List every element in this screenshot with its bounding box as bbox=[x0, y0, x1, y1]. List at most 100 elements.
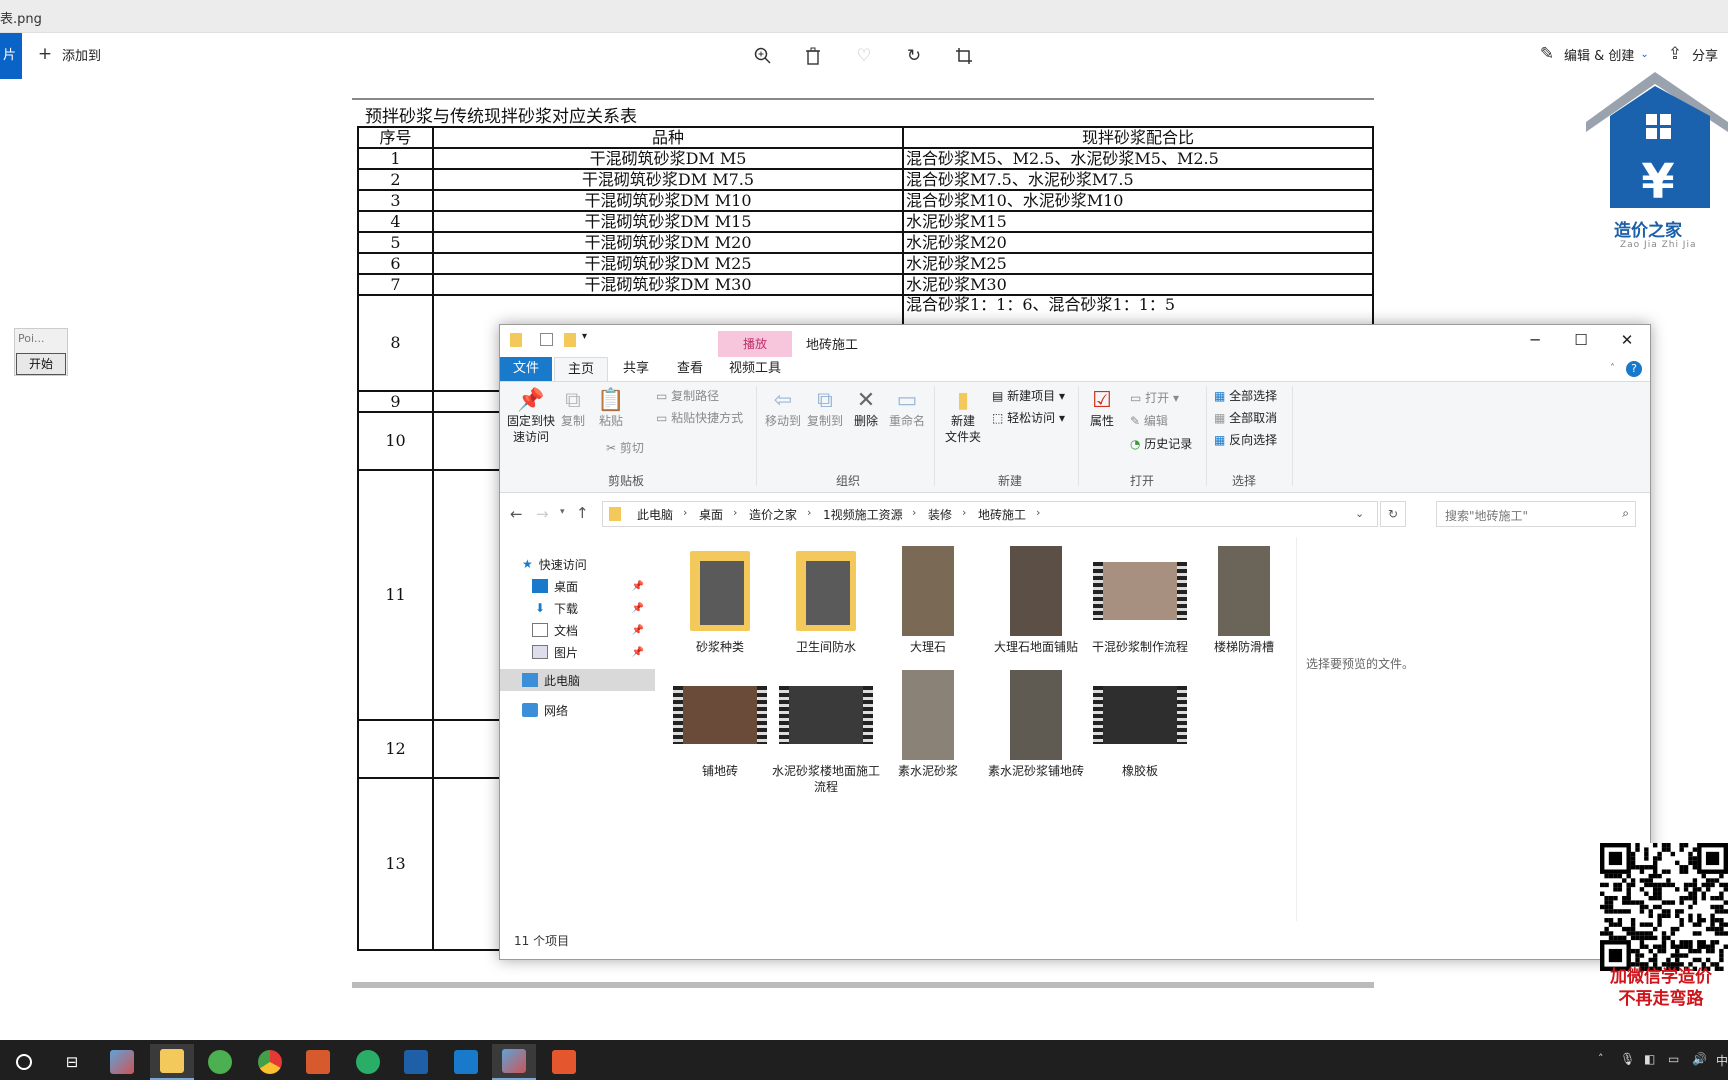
tab-view[interactable]: 查看 bbox=[664, 357, 716, 381]
file-item[interactable]: 水泥砂浆楼地面施工流程 bbox=[772, 667, 880, 795]
properties-button[interactable]: ☑ 属性 bbox=[1084, 388, 1120, 429]
nav-downloads[interactable]: ⬇ 下载 📌 bbox=[532, 597, 644, 619]
up-icon[interactable]: ↑ bbox=[576, 504, 589, 522]
nav-documents[interactable]: 文档 📌 bbox=[532, 619, 644, 641]
share-button[interactable]: ⇪ 分享 bbox=[1664, 43, 1718, 65]
nav-quick-access[interactable]: ★ 快速访问 bbox=[522, 553, 587, 575]
new-item-button[interactable]: ▤ 新建项目 ▾ bbox=[992, 388, 1065, 404]
minimize-icon[interactable]: ─ bbox=[1512, 331, 1558, 353]
add-to-button[interactable]: + 添加到 bbox=[34, 43, 101, 65]
cut-button[interactable]: ✂ 剪切 bbox=[606, 440, 644, 456]
move-to-button[interactable]: ⇦ 移动到 bbox=[762, 388, 804, 429]
breadcrumb-item[interactable]: 造价之家 bbox=[749, 506, 797, 523]
collapse-ribbon-icon[interactable]: ˄ bbox=[1610, 363, 1615, 374]
file-item[interactable]: 铺地砖 bbox=[666, 667, 774, 779]
properties-qat-icon[interactable] bbox=[540, 333, 553, 346]
file-item[interactable]: 素水泥砂浆铺地砖 bbox=[982, 667, 1090, 779]
easy-access-button[interactable]: ⬚ 轻松访问 ▾ bbox=[992, 410, 1065, 426]
copy-path-button[interactable]: ▭ 复制路径 bbox=[656, 388, 719, 404]
copy-to-button[interactable]: ⧉ 复制到 bbox=[804, 388, 846, 429]
taskbar-app-draw[interactable] bbox=[492, 1044, 536, 1080]
copy-button[interactable]: ⧉ 复制 bbox=[556, 388, 590, 429]
ime-indicator[interactable]: 中 bbox=[1716, 1052, 1728, 1069]
breadcrumb-item[interactable]: 地砖施工 bbox=[978, 506, 1026, 523]
history-button[interactable]: ◔ 历史记录 bbox=[1130, 436, 1192, 452]
taskbar-explorer[interactable] bbox=[150, 1044, 194, 1080]
file-item[interactable]: 楼梯防滑槽 bbox=[1190, 543, 1298, 655]
start-button[interactable]: 开始 bbox=[16, 353, 66, 375]
back-icon[interactable]: ← bbox=[510, 505, 523, 523]
tray-app-icon[interactable]: ◧ bbox=[1644, 1052, 1655, 1066]
pin-quick-access-button[interactable]: 📌 固定到快 速访问 bbox=[504, 388, 558, 445]
refresh-icon[interactable]: ↻ bbox=[1380, 501, 1406, 527]
taskbar-browser[interactable] bbox=[198, 1044, 242, 1080]
file-item[interactable]: 大理石地面铺贴 bbox=[982, 543, 1090, 655]
cortana-icon[interactable] bbox=[2, 1044, 46, 1080]
select-all-button[interactable]: ▦ 全部选择 bbox=[1214, 388, 1277, 404]
zoom-icon[interactable] bbox=[752, 45, 774, 67]
tab-play-context[interactable]: 播放 bbox=[718, 331, 792, 357]
nav-desktop[interactable]: 桌面 📌 bbox=[532, 575, 644, 597]
file-item[interactable]: 大理石 bbox=[874, 543, 982, 655]
microphone-icon[interactable]: 🎙 bbox=[1620, 1052, 1635, 1066]
taskbar-wechat[interactable] bbox=[346, 1044, 390, 1080]
file-item[interactable]: 卫生间防水 bbox=[772, 543, 880, 655]
tab-video-tools[interactable]: 视频工具 bbox=[718, 357, 792, 381]
help-icon[interactable]: ? bbox=[1626, 361, 1642, 377]
tab-share[interactable]: 共享 bbox=[610, 357, 662, 381]
search-input[interactable]: 搜索"地砖施工" ⌕ bbox=[1436, 501, 1636, 527]
invert-selection-button[interactable]: ▦ 反向选择 bbox=[1214, 432, 1277, 448]
paste-button[interactable]: 📋 粘贴 bbox=[594, 388, 628, 429]
heart-icon[interactable]: ♡ bbox=[853, 45, 875, 67]
tab-home[interactable]: 主页 bbox=[554, 357, 608, 381]
breadcrumb-separator-icon[interactable]: › bbox=[807, 506, 811, 519]
breadcrumb-item[interactable]: 1视频施工资源 bbox=[823, 506, 903, 523]
forward-icon[interactable]: → bbox=[536, 505, 549, 523]
tab-file[interactable]: 文件 bbox=[500, 357, 552, 381]
delete-icon[interactable] bbox=[802, 45, 824, 67]
chevron-down-icon[interactable]: ⌄ bbox=[1355, 507, 1364, 520]
tray-chevron-icon[interactable]: ˄ bbox=[1598, 1052, 1604, 1065]
file-item[interactable]: 橡胶板 bbox=[1086, 667, 1194, 779]
side-tab[interactable]: 片 bbox=[0, 33, 22, 79]
file-item[interactable]: 干混砂浆制作流程 bbox=[1086, 543, 1194, 655]
file-item[interactable]: 素水泥砂浆 bbox=[874, 667, 982, 779]
nav-network[interactable]: 网络 bbox=[522, 699, 568, 721]
close-icon[interactable]: ✕ bbox=[1604, 331, 1650, 353]
delete-button[interactable]: ✕ 删除 bbox=[848, 388, 884, 429]
paste-shortcut-button[interactable]: ▭ 粘贴快捷方式 bbox=[656, 410, 743, 426]
select-none-button[interactable]: ▦ 全部取消 bbox=[1214, 410, 1277, 426]
nav-this-pc[interactable]: 此电脑 bbox=[500, 669, 655, 691]
open-button[interactable]: ▭ 打开 ▾ bbox=[1130, 390, 1179, 406]
breadcrumb-separator-icon[interactable]: › bbox=[962, 506, 966, 519]
file-item[interactable]: 砂浆种类 bbox=[666, 543, 774, 655]
rotate-icon[interactable]: ↻ bbox=[903, 45, 925, 67]
breadcrumb-item[interactable]: 此电脑 bbox=[637, 506, 673, 523]
breadcrumb[interactable]: 此电脑 › 桌面 › 造价之家 › 1视频施工资源 › 装修 › 地砖施工 › ⌄ bbox=[602, 501, 1378, 527]
taskbar-app-c[interactable] bbox=[542, 1044, 586, 1080]
new-folder-button[interactable]: ▮ 新建 文件夹 bbox=[940, 388, 986, 445]
breadcrumb-item[interactable]: 装修 bbox=[928, 506, 952, 523]
taskbar-app-blue[interactable] bbox=[444, 1044, 488, 1080]
edit-create-button[interactable]: ✎ 编辑 & 创建 ⌄ bbox=[1536, 43, 1649, 65]
task-view-icon[interactable]: ⊟ bbox=[50, 1044, 94, 1080]
taskbar-app-pinned[interactable] bbox=[100, 1044, 144, 1080]
taskbar-photos[interactable] bbox=[394, 1044, 438, 1080]
nav-pictures[interactable]: 图片 📌 bbox=[532, 641, 644, 663]
breadcrumb-separator-icon[interactable]: › bbox=[1036, 506, 1040, 519]
recent-dropdown-icon[interactable]: ▾ bbox=[560, 507, 565, 517]
taskbar-chrome[interactable] bbox=[248, 1044, 292, 1080]
volume-icon[interactable]: 🔊 bbox=[1692, 1052, 1707, 1066]
maximize-icon[interactable]: ☐ bbox=[1558, 331, 1604, 353]
new-folder-qat-icon[interactable] bbox=[564, 333, 576, 347]
taskbar-app-red[interactable] bbox=[296, 1044, 340, 1080]
breadcrumb-item[interactable]: 桌面 bbox=[699, 506, 723, 523]
breadcrumb-separator-icon[interactable]: › bbox=[683, 506, 687, 519]
breadcrumb-separator-icon[interactable]: › bbox=[912, 506, 916, 519]
crop-icon[interactable] bbox=[953, 45, 975, 67]
edit-button[interactable]: ✎ 编辑 bbox=[1130, 413, 1168, 429]
qat-dropdown-icon[interactable]: ▾ bbox=[582, 331, 587, 342]
network-tray-icon[interactable]: ▭ bbox=[1668, 1052, 1679, 1066]
breadcrumb-separator-icon[interactable]: › bbox=[733, 506, 737, 519]
rename-button[interactable]: ▭ 重命名 bbox=[886, 388, 928, 429]
